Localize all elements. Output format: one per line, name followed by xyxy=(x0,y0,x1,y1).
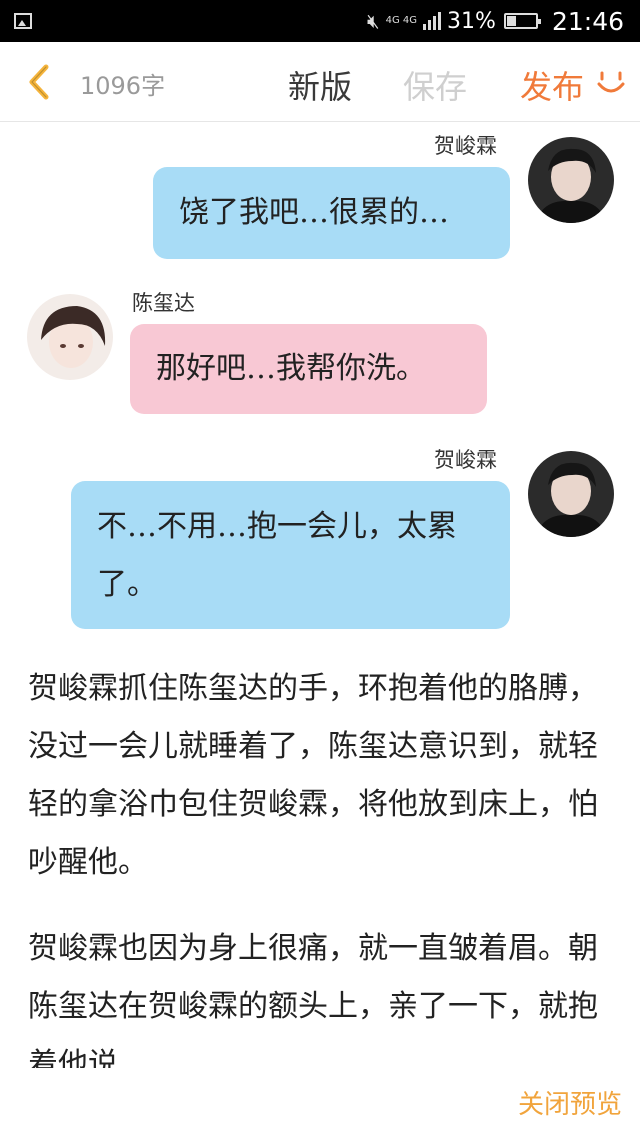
message-text: 那好吧…我帮你洗。 xyxy=(156,351,426,386)
sender-name: 贺峻霖 xyxy=(434,448,497,472)
avatar[interactable] xyxy=(27,294,113,380)
sender-name: 贺峻霖 xyxy=(434,134,497,158)
battery-text: 31% xyxy=(447,8,496,34)
clock: 21:46 xyxy=(551,6,624,36)
avatar[interactable] xyxy=(528,137,614,223)
story-paragraph: 贺峻霖抓住陈玺达的手，环抱着他的胳膊，没过一会儿就睡着了，陈玺达意识到，就轻轻的… xyxy=(28,671,598,880)
image-notification-icon xyxy=(14,13,32,29)
save-button[interactable]: 保存 xyxy=(403,62,467,108)
smile-icon[interactable] xyxy=(596,70,626,96)
word-count: 1096字 xyxy=(80,72,166,100)
back-chevron-icon[interactable] xyxy=(24,64,60,100)
chat-bubble: 饶了我吧…很累的… xyxy=(153,167,510,259)
sender-name: 陈玺达 xyxy=(132,291,195,315)
chat-bubble: 不…不用…抱一会儿，太累了。 xyxy=(71,481,510,629)
close-preview-button[interactable]: 关闭预览 xyxy=(518,1084,622,1121)
avatar[interactable] xyxy=(528,451,614,537)
signal-icon xyxy=(423,12,442,30)
new-version-button[interactable]: 新版 xyxy=(288,62,352,108)
publish-button[interactable]: 发布 xyxy=(520,62,584,108)
network-label: 4G 4G xyxy=(385,15,418,26)
chat-bubble: 那好吧…我帮你洗。 xyxy=(130,324,487,414)
mute-icon: 🔇︎ xyxy=(367,9,380,33)
battery-icon xyxy=(503,13,541,29)
message-text: 不…不用…抱一会儿，太累了。 xyxy=(97,509,457,602)
status-bar: 🔇︎ 4G 4G 31% 21:46 xyxy=(0,0,640,42)
message-text: 饶了我吧…很累的… xyxy=(179,195,449,230)
editor-toolbar: 1096字 新版 保存 发布 xyxy=(0,42,640,122)
